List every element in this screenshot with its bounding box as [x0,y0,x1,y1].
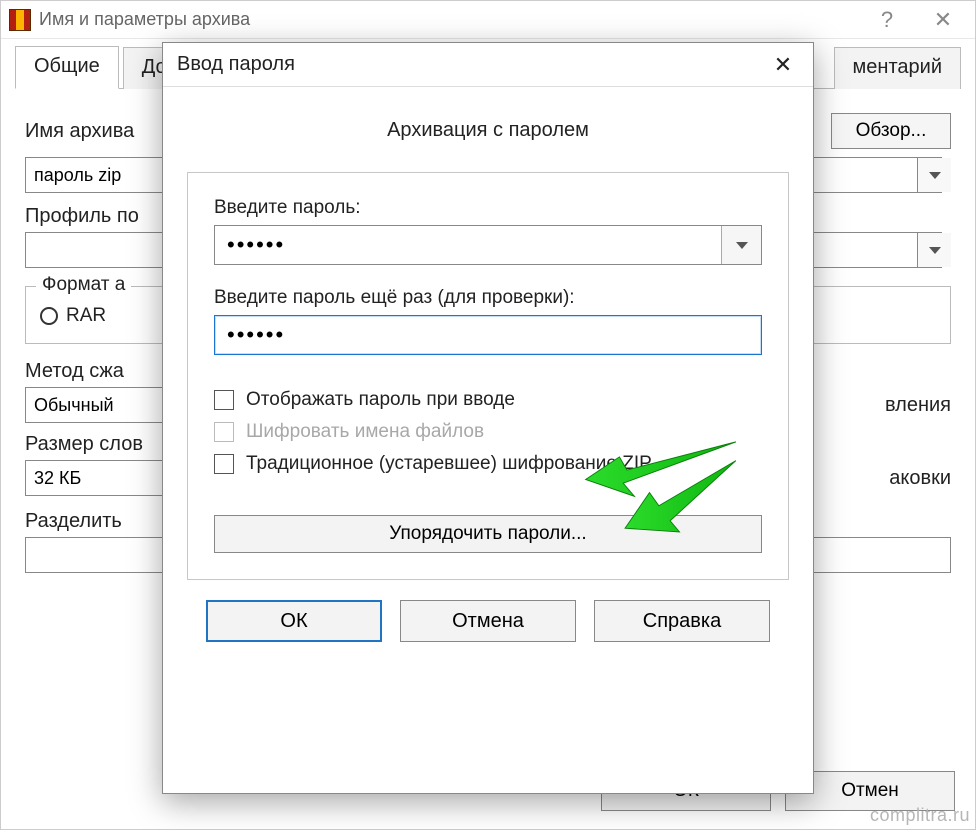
browse-button[interactable]: Обзор... [831,113,951,149]
right-trunc-update: вления [885,394,951,417]
bgwin-titlebar: Имя и параметры архива ? ✕ [1,1,975,39]
password-options: Отображать пароль при вводе Шифровать им… [214,389,762,475]
checkbox-icon [214,390,234,410]
modal-body: Архивация с паролем Введите пароль: Введ… [163,87,813,793]
password-repeat-input[interactable] [215,316,761,354]
checkbox-icon [214,422,234,442]
password-dialog: Ввод пароля ✕ Архивация с паролем Введит… [162,42,814,794]
modal-cancel-button[interactable]: Отмена [400,600,576,642]
label-archive-name: Имя архива [25,120,134,143]
right-trunc-pack: аковки [889,467,951,490]
tab-comment[interactable]: ментарий [834,47,961,89]
chevron-down-icon [736,242,748,249]
tab-general[interactable]: Общие [15,46,119,89]
password-repeat-field-wrap [214,315,762,355]
modal-title: Ввод пароля [177,53,761,76]
check-legacy-zip-label: Традиционное (устаревшее) шифрование ZIP [246,453,652,475]
chevron-down-icon [929,247,941,254]
modal-buttons: ОК Отмена Справка [187,580,789,654]
method-select[interactable] [25,387,165,423]
radio-rar-label: RAR [66,305,106,327]
password-field-wrap [214,225,762,265]
dict-select[interactable] [25,460,165,496]
profile-dropdown[interactable] [917,233,951,267]
modal-titlebar: Ввод пароля ✕ [163,43,813,87]
modal-subtitle: Архивация с паролем [187,119,789,142]
format-group-title: Формат а [36,274,131,296]
password-input[interactable] [215,226,721,264]
label-enter-password: Введите пароль: [214,197,762,219]
chevron-down-icon [929,172,941,179]
check-encrypt-names-row: Шифровать имена файлов [214,421,762,443]
winrar-icon [9,9,31,31]
check-encrypt-names-label: Шифровать имена файлов [246,421,484,443]
help-button[interactable]: ? [859,1,915,39]
check-show-password-row[interactable]: Отображать пароль при вводе [214,389,762,411]
label-repeat-password: Введите пароль ещё раз (для проверки): [214,287,762,309]
watermark: complitra.ru [870,805,970,826]
check-legacy-zip-row[interactable]: Традиционное (устаревшее) шифрование ZIP [214,453,762,475]
bgwin-title: Имя и параметры архива [39,9,859,30]
archive-name-dropdown[interactable] [917,158,951,192]
organize-passwords-button[interactable]: Упорядочить пароли... [214,515,762,553]
password-history-dropdown[interactable] [721,226,761,264]
check-show-password-label: Отображать пароль при вводе [246,389,515,411]
password-group: Введите пароль: Введите пароль ещё раз (… [187,172,789,580]
close-modal-button[interactable]: ✕ [761,45,805,85]
modal-help-button[interactable]: Справка [594,600,770,642]
radio-icon [40,307,58,325]
checkbox-icon [214,454,234,474]
close-bgwin-button[interactable]: ✕ [915,1,971,39]
modal-ok-button[interactable]: ОК [206,600,382,642]
